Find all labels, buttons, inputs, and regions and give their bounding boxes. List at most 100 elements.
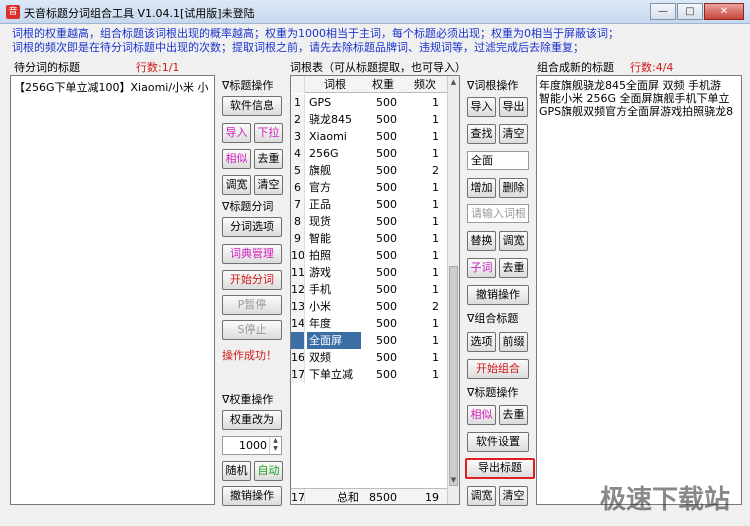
table-row[interactable]: 9 智能 500 1 xyxy=(291,230,449,247)
col-weight-header[interactable]: 权重 xyxy=(363,76,403,93)
table-row[interactable]: 1 GPS 500 1 xyxy=(291,94,449,111)
random-button[interactable]: 随机 xyxy=(222,461,251,481)
row-word: Xiaomi xyxy=(309,130,347,143)
table-footer: 17 总和 8500 19 xyxy=(291,488,449,504)
table-row[interactable]: 2 骁龙845 500 1 xyxy=(291,111,449,128)
row-index: 9 xyxy=(291,230,305,247)
row-word: 年度 xyxy=(309,317,331,330)
similar-button[interactable]: 相似 xyxy=(222,149,251,169)
software-settings-button[interactable]: 软件设置 xyxy=(467,432,529,452)
root-adjust-width-button[interactable]: 调宽 xyxy=(499,231,528,251)
scroll-up-icon[interactable]: ▲ xyxy=(448,76,459,88)
root-table[interactable]: 词根 权重 频次 1 GPS 500 1 2 骁龙845 500 1 3 Xiaomi 500 1 4 2… xyxy=(290,75,460,505)
close-button[interactable]: ✕ xyxy=(704,3,744,20)
adjust-width-button[interactable]: 调宽 xyxy=(222,175,251,195)
row-word: 游戏 xyxy=(309,266,331,279)
root-export-button[interactable]: 导出 xyxy=(499,97,528,117)
table-scrollbar[interactable]: ▲ ▼ xyxy=(447,76,459,504)
delete-button[interactable]: 删除 xyxy=(499,178,528,198)
maximize-button[interactable]: □ xyxy=(677,3,703,20)
minimize-button[interactable]: — xyxy=(650,3,676,20)
row-index: 15 xyxy=(291,332,305,349)
clear-button[interactable]: 清空 xyxy=(254,175,283,195)
undo-button[interactable]: 撤销操作 xyxy=(222,486,282,506)
table-row[interactable]: 16 双频 500 1 xyxy=(291,349,449,366)
row-freq: 1 xyxy=(432,113,439,126)
row-index: 4 xyxy=(291,145,305,162)
title-ops-section: ∇标题操作 xyxy=(222,79,274,92)
row-word: GPS xyxy=(309,96,332,109)
dict-manage-button[interactable]: 词典管理 xyxy=(222,244,282,264)
row-word: 手机 xyxy=(309,283,331,296)
table-row[interactable]: 12 手机 500 1 xyxy=(291,281,449,298)
table-row[interactable]: 7 正品 500 1 xyxy=(291,196,449,213)
table-row[interactable]: 13 小米 500 2 xyxy=(291,298,449,315)
row-weight: 500 xyxy=(376,317,397,330)
row-word: 现货 xyxy=(309,215,331,228)
software-info-button[interactable]: 软件信息 xyxy=(222,96,282,116)
row-freq: 1 xyxy=(432,317,439,330)
subword-button[interactable]: 子词 xyxy=(467,258,496,278)
similar-button-2[interactable]: 相似 xyxy=(467,405,496,425)
table-row[interactable]: 15 全面屏 500 1 xyxy=(291,332,449,349)
export-titles-button[interactable]: 导出标题 xyxy=(465,458,535,479)
root-dedupe-button[interactable]: 去重 xyxy=(499,258,528,278)
watermark-logo: 极速下载站 xyxy=(599,485,730,515)
footer-freq: 19 xyxy=(425,491,439,504)
weight-spinner[interactable]: 1000 ▲ ▼ xyxy=(222,436,282,455)
row-weight: 500 xyxy=(376,351,397,364)
row-word: 256G xyxy=(309,147,339,160)
start-combine-button[interactable]: 开始组合 xyxy=(467,359,529,379)
dedupe-button-2[interactable]: 去重 xyxy=(499,405,528,425)
dedupe-button[interactable]: 去重 xyxy=(254,149,283,169)
weight-change-button[interactable]: 权重改为 xyxy=(222,410,282,430)
spinner-arrows-icon[interactable]: ▲ ▼ xyxy=(269,437,281,454)
find-button[interactable]: 查找 xyxy=(467,124,496,144)
table-row[interactable]: 4 256G 500 1 xyxy=(291,145,449,162)
import-button[interactable]: 导入 xyxy=(222,123,251,143)
clear-button-2[interactable]: 清空 xyxy=(499,486,528,506)
table-row[interactable]: 10 拍照 500 1 xyxy=(291,247,449,264)
result-titles-label: 组合成新的标题 xyxy=(537,61,614,74)
source-titles-textarea[interactable]: 【256G下单立减100】Xiaomi/小米 小 xyxy=(10,75,215,505)
row-index: 7 xyxy=(291,196,305,213)
info-line-1: 词根的权重越高，组合标题该词根出现的概率越高；权重为1000相当于主词，每个标题… xyxy=(12,27,619,40)
pause-button[interactable]: P暂停 xyxy=(222,295,282,315)
row-word: 全面屏 xyxy=(307,332,361,349)
root-undo-button[interactable]: 撤销操作 xyxy=(467,285,529,305)
result-title-line: 年度旗舰骁龙845全面屏 双频 手机游 xyxy=(539,79,721,92)
row-freq: 1 xyxy=(432,266,439,279)
auto-button[interactable]: 自动 xyxy=(254,461,283,481)
col-word-header[interactable]: 词根 xyxy=(307,76,361,93)
row-weight: 500 xyxy=(376,215,397,228)
table-row[interactable]: 6 官方 500 1 xyxy=(291,179,449,196)
table-row[interactable]: 5 旗舰 500 2 xyxy=(291,162,449,179)
options-button[interactable]: 选项 xyxy=(467,332,496,352)
table-row[interactable]: 17 下单立减 500 1 xyxy=(291,366,449,383)
find-input[interactable]: 全面 xyxy=(467,151,529,170)
row-weight: 500 xyxy=(376,198,397,211)
root-clear-button[interactable]: 清空 xyxy=(499,124,528,144)
table-row[interactable]: 11 游戏 500 1 xyxy=(291,264,449,281)
split-options-button[interactable]: 分词选项 xyxy=(222,217,282,237)
table-row[interactable]: 8 现货 500 1 xyxy=(291,213,449,230)
start-split-button[interactable]: 开始分词 xyxy=(222,270,282,290)
row-weight: 500 xyxy=(376,130,397,143)
col-index-header xyxy=(291,76,305,93)
stop-button[interactable]: S停止 xyxy=(222,320,282,340)
table-row[interactable]: 3 Xiaomi 500 1 xyxy=(291,128,449,145)
adjust-width-button-2[interactable]: 调宽 xyxy=(467,486,496,506)
root-input[interactable]: 请输入词根 xyxy=(467,204,529,223)
add-button[interactable]: 增加 xyxy=(467,178,496,198)
result-titles-textarea[interactable]: 年度旗舰骁龙845全面屏 双频 手机游 智能小米 256G 全面屏旗舰手机下单立… xyxy=(536,75,742,505)
table-row[interactable]: 14 年度 500 1 xyxy=(291,315,449,332)
replace-button[interactable]: 替换 xyxy=(467,231,496,251)
root-import-button[interactable]: 导入 xyxy=(467,97,496,117)
source-title-line: 【256G下单立减100】Xiaomi/小米 小 xyxy=(14,81,209,94)
dropdown-button[interactable]: 下拉 xyxy=(254,123,283,143)
scroll-thumb[interactable] xyxy=(449,266,458,486)
prefix-button[interactable]: 前缀 xyxy=(499,332,528,352)
row-weight: 500 xyxy=(376,164,397,177)
col-freq-header[interactable]: 频次 xyxy=(405,76,445,93)
scroll-down-icon[interactable]: ▼ xyxy=(448,474,459,486)
